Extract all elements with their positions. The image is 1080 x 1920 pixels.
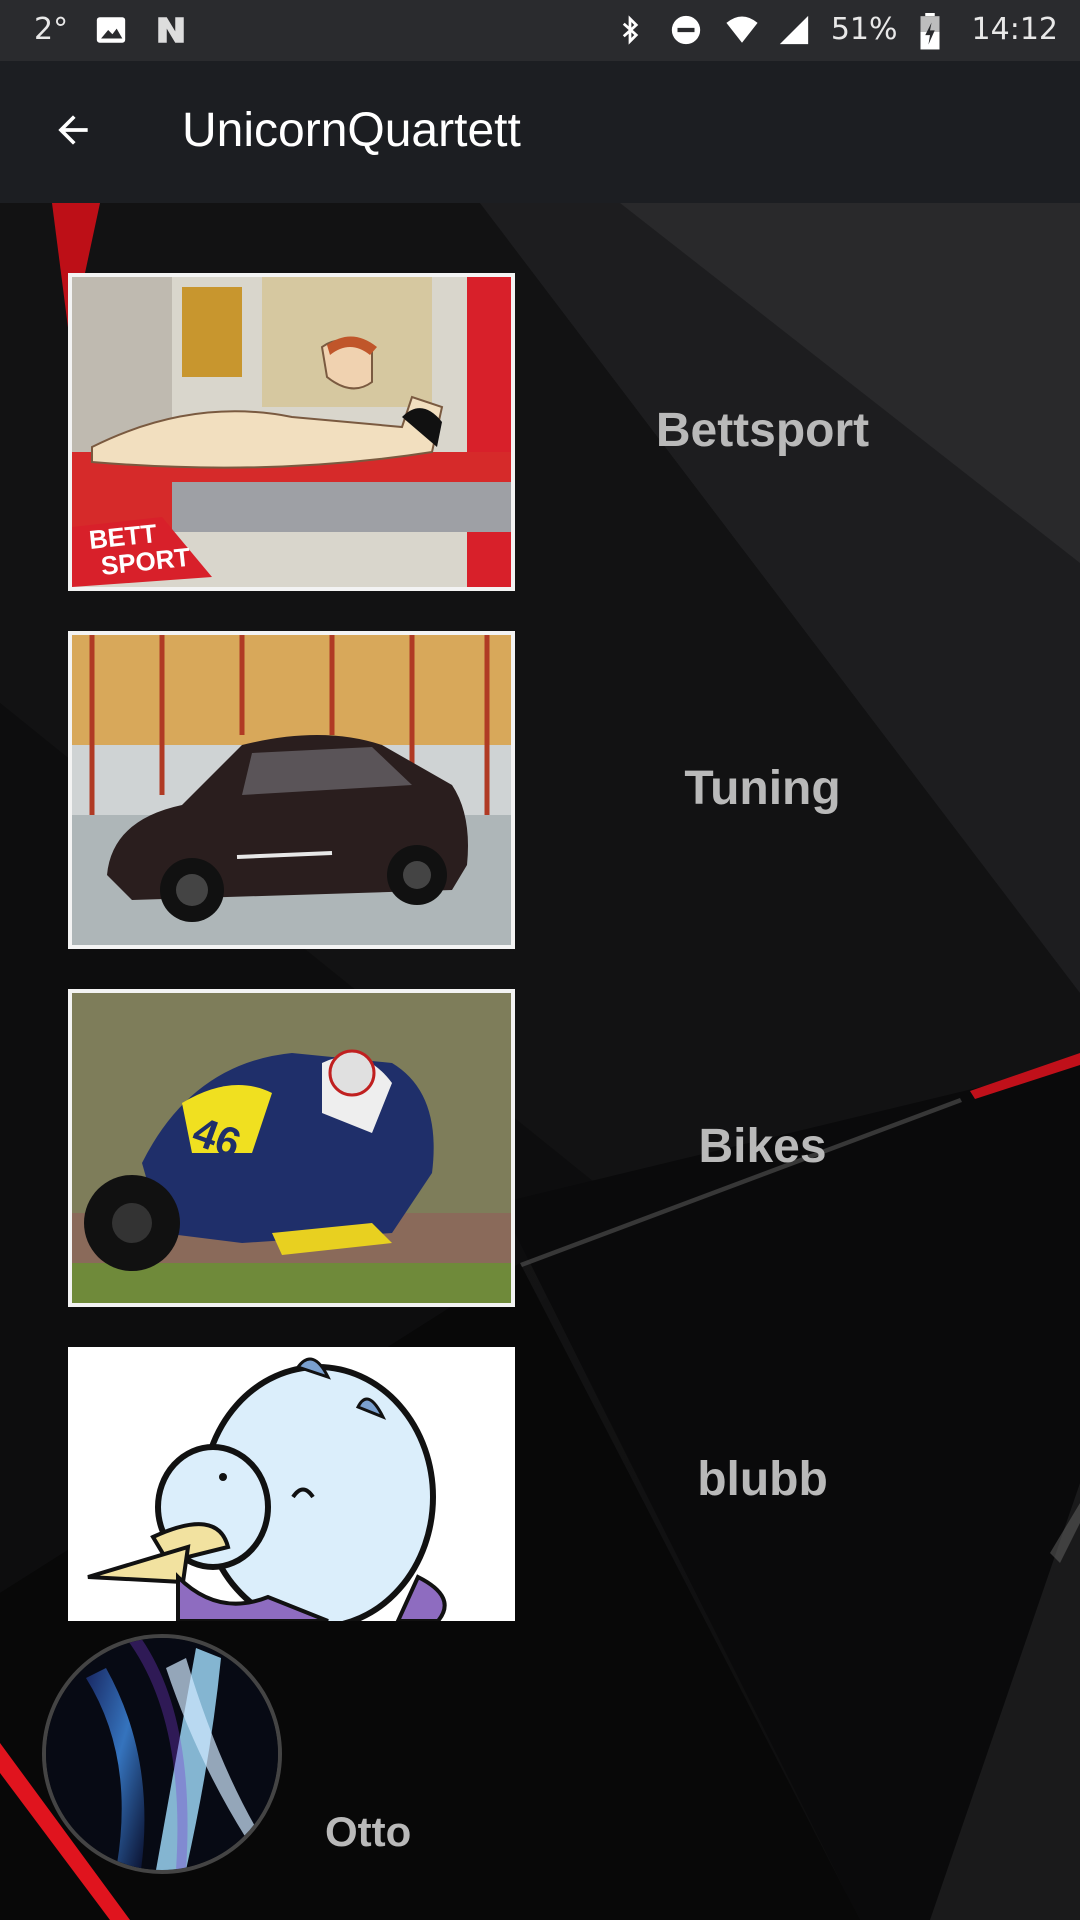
back-button[interactable] (40, 97, 106, 163)
avatar[interactable] (42, 1634, 282, 1874)
bettsport-image: BETT SPORT (68, 273, 515, 591)
category-label: Bikes (698, 1120, 827, 1173)
temperature-text: 2° (34, 12, 69, 47)
profile-name: Otto (325, 1808, 412, 1855)
arrow-back-icon (58, 115, 88, 145)
n-icon (154, 13, 188, 47)
status-bar: 2° 51% 14:12 (0, 0, 1080, 61)
image-icon (94, 13, 128, 47)
signal-icon (777, 13, 811, 47)
dnd-icon (669, 13, 703, 47)
category-item-tuning[interactable]: Tuning (0, 631, 1080, 951)
category-item-bettsport[interactable]: BETT SPORT Bettsport (0, 273, 1080, 593)
car-image (68, 631, 515, 949)
wifi-icon (723, 13, 758, 47)
category-label: Bettsport (655, 404, 870, 457)
bluetooth-icon (615, 13, 649, 47)
category-label: Tuning (684, 762, 841, 815)
category-item-blubb[interactable]: blubb (0, 1347, 1080, 1621)
clock-time: 14:12 (971, 12, 1058, 47)
battery-percent: 51% (830, 12, 898, 47)
category-item-bikes[interactable]: 46 Bikes (0, 989, 1080, 1309)
category-label: blubb (697, 1453, 828, 1506)
battery-icon (918, 12, 952, 49)
page-title: UnicornQuartett (182, 104, 521, 157)
unicorn-image (68, 1347, 515, 1621)
motorbike-image: 46 (68, 989, 515, 1307)
app-toolbar: UnicornQuartett (0, 61, 1080, 203)
